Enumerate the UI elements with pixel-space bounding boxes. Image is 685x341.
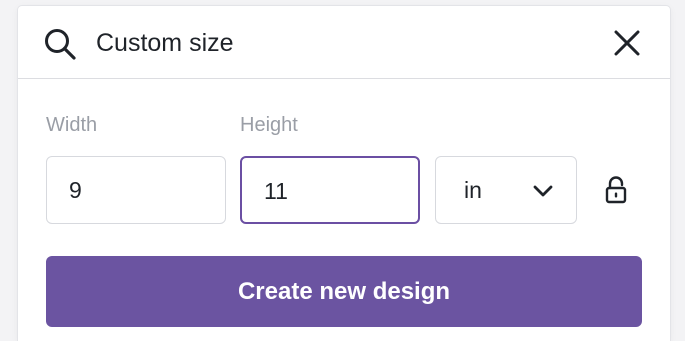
height-input[interactable] — [264, 176, 394, 206]
height-label: Height — [240, 114, 298, 136]
chevron-down-icon — [533, 185, 553, 197]
width-input[interactable] — [69, 175, 199, 205]
width-field[interactable] — [46, 156, 226, 224]
search-icon — [45, 29, 76, 60]
unlocked-padlock-icon[interactable] — [604, 176, 628, 204]
create-new-design-button[interactable]: Create new design — [46, 256, 642, 327]
custom-size-panel: Width Height in Create new design — [18, 6, 670, 341]
search-header — [18, 6, 670, 79]
unit-select[interactable]: in — [435, 156, 577, 224]
width-label: Width — [46, 114, 98, 136]
unit-value: in — [464, 177, 482, 203]
height-field[interactable] — [240, 156, 420, 224]
close-icon[interactable] — [612, 28, 642, 58]
search-input[interactable] — [96, 24, 576, 62]
